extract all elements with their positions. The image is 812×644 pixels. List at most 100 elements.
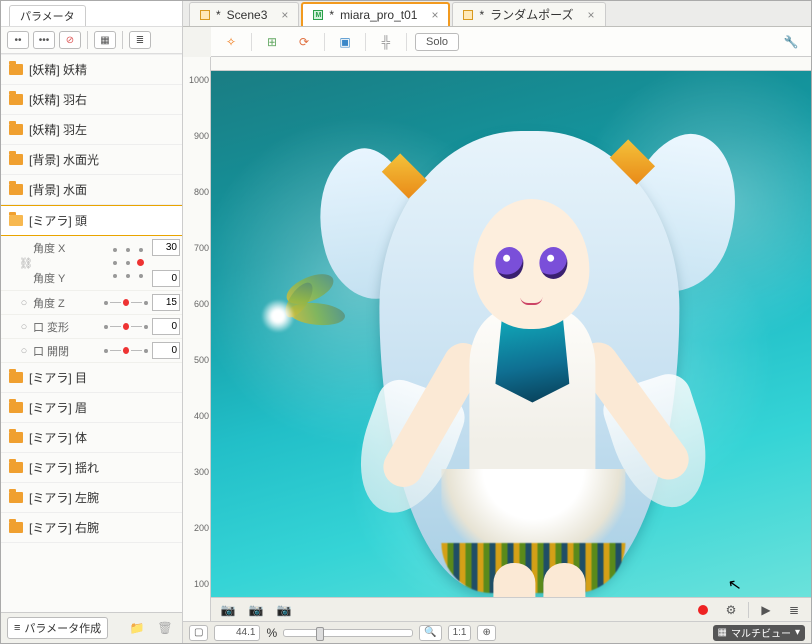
folder-wing-l[interactable]: [妖精] 羽左 [1,115,182,145]
playlist-icon[interactable]: ≣ [783,601,805,619]
sliders-icon: ≡ [14,622,20,634]
folder-label: [ミアラ] 体 [29,429,87,446]
folder-water-light[interactable]: [背景] 水面光 [1,145,182,175]
play-button[interactable]: ▶ [755,601,777,619]
solo-button[interactable]: Solo [415,33,459,51]
close-icon[interactable]: × [281,8,288,22]
param-value-mouth-open[interactable] [152,342,180,359]
folder-icon [9,64,23,75]
folder-label: [ミアラ] 揺れ [29,459,99,476]
zoom-in-icon[interactable]: 🔍 [419,625,441,641]
new-folder-button[interactable]: 📁 [126,619,148,637]
snapshot-reload-icon[interactable]: 📷 [245,601,267,619]
tab-scene3[interactable]: * Scene3 × [189,2,299,26]
folder-label: [背景] 水面光 [29,151,99,168]
delete-button[interactable]: 🗑 [154,619,176,637]
tool-keyframe-3[interactable]: ••• [33,31,55,49]
bounds-icon[interactable]: ▣ [333,31,357,53]
ruler-left: 1000 900 800 700 600 500 400 300 200 100 [183,57,211,621]
create-parameter-button[interactable]: ≡ パラメータ作成 [7,617,108,639]
tool-keyframe-2[interactable]: •• [7,31,29,49]
folder-icon [9,432,23,443]
zoom-slider[interactable] [283,629,413,637]
param-value-angle-x[interactable] [152,239,180,256]
snapshot-icon[interactable]: 📷 [217,601,239,619]
param-value-angle-z[interactable] [152,294,180,311]
parameter-list[interactable]: [妖精] 妖精 [妖精] 羽右 [妖精] 羽左 [背景] 水面光 [背景] 水面… [1,54,182,612]
canvas-toolbar: ✧ ⊞ ⟳ ▣ ╬ Solo 🔧 [211,27,811,57]
zoom-slider-thumb[interactable] [316,627,324,641]
param-value-mouth-def[interactable] [152,318,180,335]
fit-view-button[interactable]: ▢ [189,625,208,641]
focus-button[interactable]: ⊕ [477,625,495,641]
folder-icon [9,462,23,473]
param-slider[interactable] [104,347,148,354]
ruler-tick: 800 [183,187,209,197]
tab-label: Scene3 [227,8,268,22]
folder-wing-r[interactable]: [妖精] 羽右 [1,85,182,115]
snap-icon[interactable]: ╬ [374,31,398,53]
ruler-tick: 500 [183,355,209,365]
tab-label: miara_pro_t01 [340,8,417,22]
folder-miara-arm-r[interactable]: [ミアラ] 右腕 [1,513,182,543]
record-button[interactable] [692,601,714,619]
param-mouth-deform[interactable]: ○ 口 変形 [1,315,182,339]
ratio-button[interactable]: 1:1 [448,625,472,641]
gear-icon[interactable]: ⚙ [720,601,742,619]
param-value-angle-y[interactable] [152,270,180,287]
panel-title-tab: パラメータ [1,1,182,27]
multiview-button[interactable]: ▦ マルチビュー ▾ [713,625,805,641]
ruler-tick: 200 [183,523,209,533]
ruler-tick: 100 [183,579,209,589]
folder-miara-shake[interactable]: [ミアラ] 揺れ [1,453,182,483]
param-angle-z[interactable]: ○ 角度 Z [1,291,182,315]
ruler-top [211,57,811,71]
wrench-icon[interactable]: 🔧 [779,31,803,53]
folder-water[interactable]: [背景] 水面 [1,175,182,205]
folder-miara-eye[interactable]: [ミアラ] 目 [1,363,182,393]
folder-label: [妖精] 妖精 [29,61,87,78]
document-tabs: * Scene3 × M * miara_pro_t01 × * ランダムポーズ… [183,1,811,27]
grid-toggle-icon[interactable]: ⊞ [260,31,284,53]
param-angle-xy[interactable]: ⛓ 角度 X 角度 Y [1,236,182,291]
param-label-angle-x: 角度 X [33,240,104,256]
tool-grid-icon[interactable]: ▦ [94,31,116,49]
folder-miara-brow[interactable]: [ミアラ] 眉 [1,393,182,423]
mesh-edit-icon[interactable]: ✧ [219,31,243,53]
snapshot-plus-icon[interactable]: 📷 [273,601,295,619]
folder-icon [9,154,23,165]
refresh-icon[interactable]: ⟳ [292,31,316,53]
close-icon[interactable]: × [588,8,595,22]
folder-icon [9,94,23,105]
param-slider[interactable] [104,299,148,306]
tool-list-icon[interactable]: ≣ [129,31,151,49]
tool-disable-icon[interactable]: ⊘ [59,31,81,49]
folder-icon [9,492,23,503]
multiview-icon: ▦ [718,627,727,638]
status-bar: ▢ % 🔍 1:1 ⊕ ▦ マルチビュー ▾ [183,621,811,643]
multiview-label: マルチビュー [731,625,791,640]
folder-miara-head[interactable]: [ミアラ] 頭 [1,205,182,236]
create-parameter-label: パラメータ作成 [24,620,101,636]
folder-icon [9,184,23,195]
canvas-viewport[interactable] [211,71,811,597]
param-mouth-open[interactable]: ○ 口 開閉 [1,339,182,363]
folder-icon [9,522,23,533]
param-grid-2d[interactable] [108,243,148,283]
tab-miara[interactable]: M * miara_pro_t01 × [301,2,450,26]
folder-miara-arm-l[interactable]: [ミアラ] 左腕 [1,483,182,513]
folder-fairy[interactable]: [妖精] 妖精 [1,55,182,85]
folder-label: [ミアラ] 頭 [29,212,87,229]
tab-random-pose[interactable]: * ランダムポーズ × [452,2,605,26]
close-icon[interactable]: × [431,8,438,22]
link-icon[interactable]: ⛓ [19,257,29,270]
panel-toolbar: •• ••• ⊘ ▦ ≣ [1,27,182,54]
param-slider[interactable] [104,323,148,330]
ruler-tick: 700 [183,243,209,253]
folder-label: [ミアラ] 右腕 [29,519,99,536]
ruler-tick: 900 [183,131,209,141]
character-miara [345,103,705,597]
folder-miara-body[interactable]: [ミアラ] 体 [1,423,182,453]
zoom-value-input[interactable] [214,625,260,641]
anim-doc-icon [463,10,473,20]
